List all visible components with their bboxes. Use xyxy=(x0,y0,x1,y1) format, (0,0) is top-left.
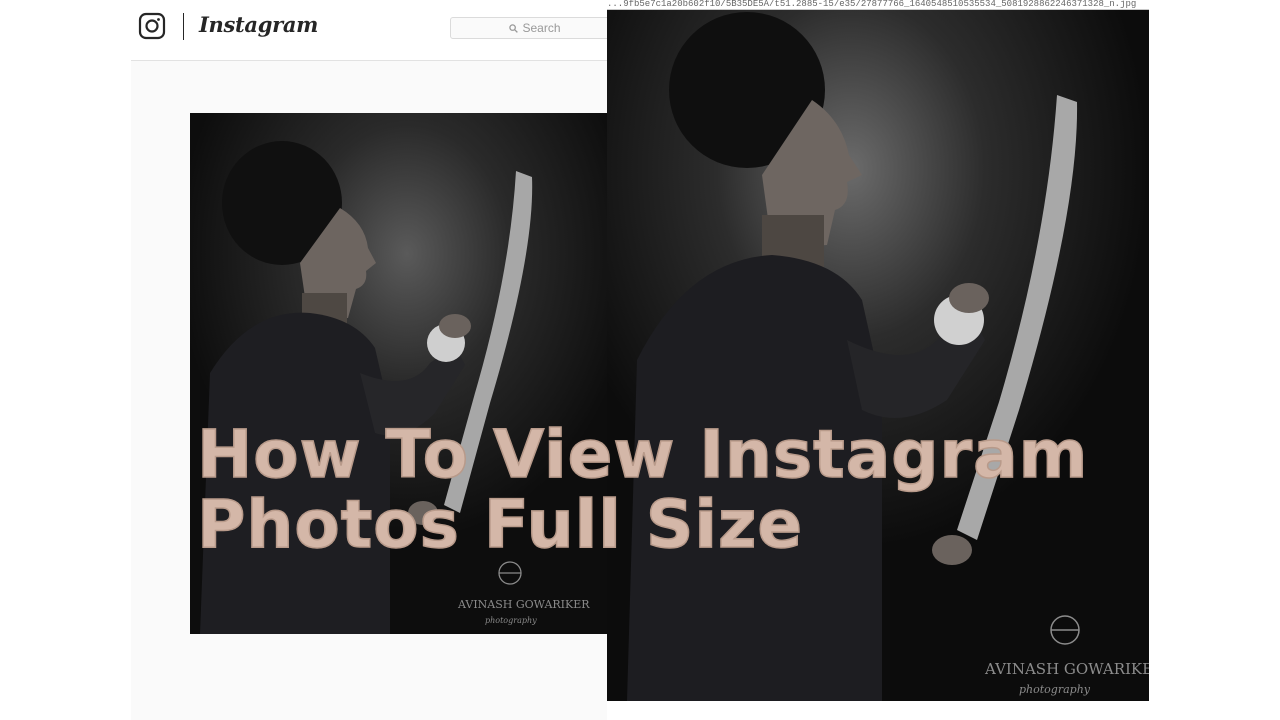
address-bar-url[interactable]: ...9fb5e7c1a20b602f10/5B35DE5A/t51.2885-… xyxy=(607,0,1149,10)
instagram-logo-icon[interactable] xyxy=(138,12,166,40)
post-watermark-name: AVINASH GOWARIKER xyxy=(457,598,590,611)
instagram-header: Instagram Search xyxy=(131,0,620,61)
full-photo-art: AVINASH GOWARIKER photography xyxy=(607,10,1149,701)
header-divider xyxy=(183,13,184,40)
full-size-photo: AVINASH GOWARIKER photography xyxy=(607,10,1149,701)
search-placeholder: Search xyxy=(522,21,561,35)
video-title-overlay: How To View Instagram Photos Full Size xyxy=(196,416,1157,563)
full-watermark-sub: photography xyxy=(1019,683,1091,696)
search-input[interactable]: Search xyxy=(450,17,620,39)
title-line-2: Photos Full Size xyxy=(196,486,804,563)
instagram-page: Instagram Search AVINASH GOWARIKER photo… xyxy=(131,0,620,720)
title-line-1: How To View Instagram xyxy=(196,416,1089,493)
post-watermark-sub: photography xyxy=(485,616,537,625)
search-icon xyxy=(509,23,519,33)
full-watermark-name: AVINASH GOWARIKER xyxy=(984,660,1149,678)
page-margin xyxy=(1149,0,1280,720)
instagram-wordmark[interactable]: Instagram xyxy=(199,12,318,37)
